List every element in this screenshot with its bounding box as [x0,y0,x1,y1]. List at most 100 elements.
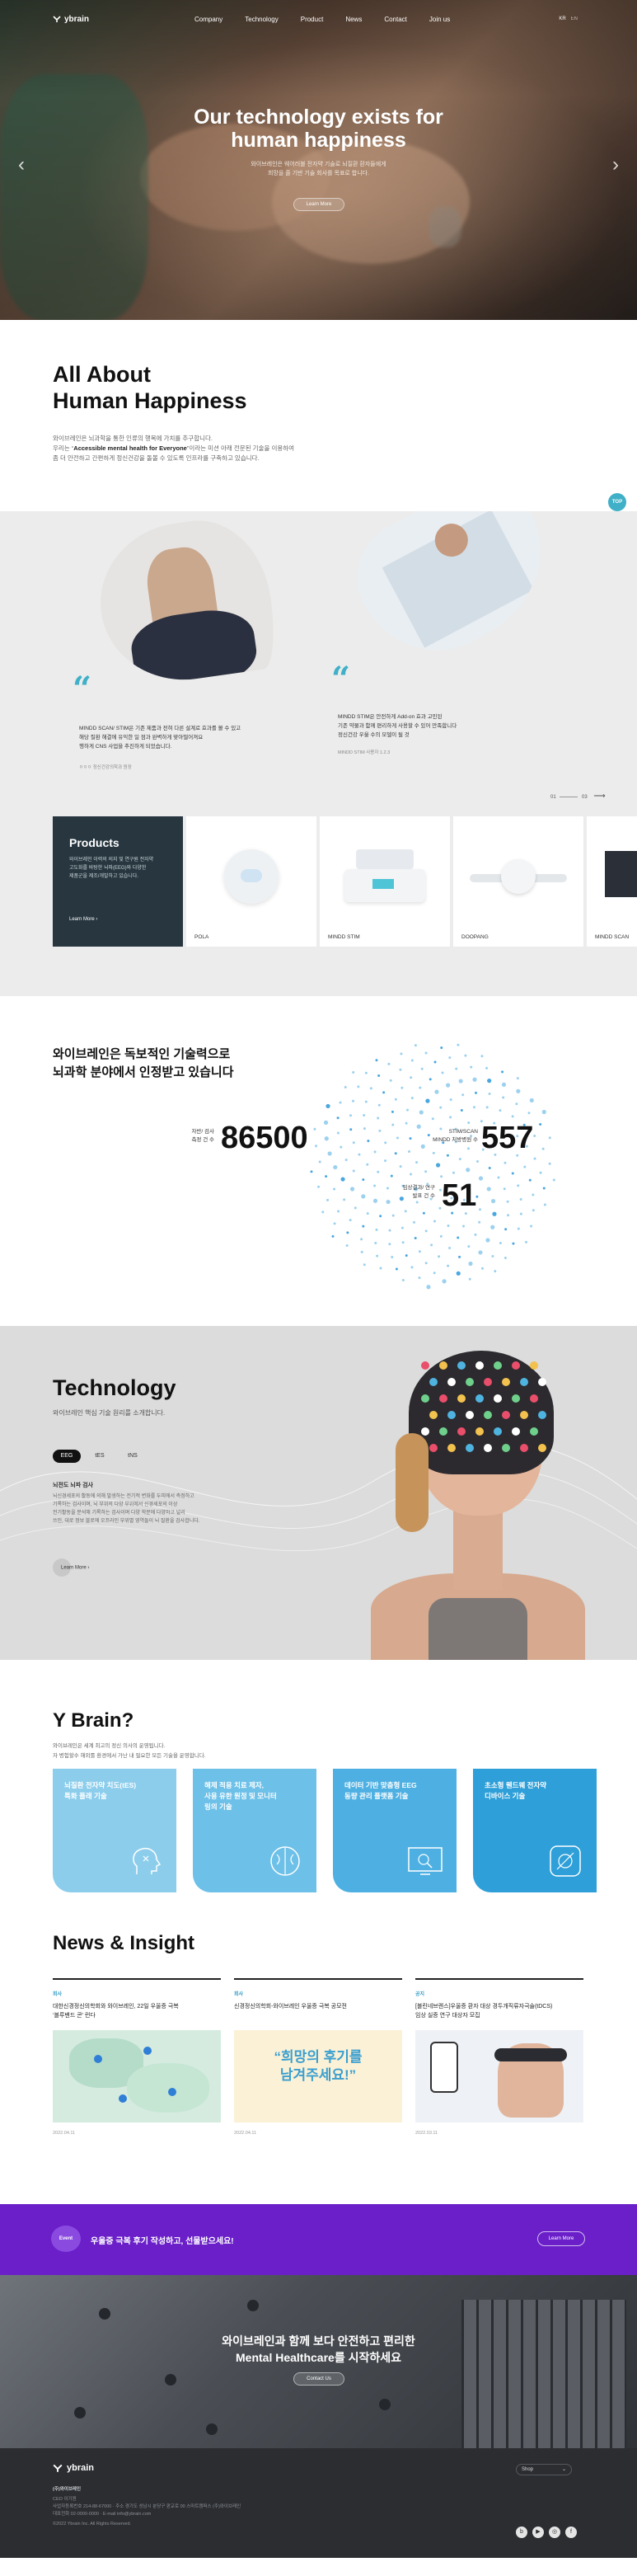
person-figure [247,2300,259,2311]
family-site-select[interactable]: Shop ⌄ [516,2464,572,2475]
globe-dot [458,1079,463,1084]
globe-dot [354,1206,357,1210]
poster-line: “희망의 후기를 [274,2049,363,2065]
contact-section: 와이브레인과 함께 보다 안전하고 편리한 Mental Healthcare를… [0,2275,637,2448]
menu-item-contact[interactable]: Contact [384,16,407,23]
globe-dot [326,1103,330,1109]
technology-subtitle: 와이브레인 핵심 기술 원리를 소개합니다. [53,1409,166,1417]
news-title: News & Insight [53,1932,195,1954]
product-card-mindd-scan[interactable]: MINDD SCAN [587,816,637,947]
next-arrow-icon[interactable]: ⟶ [593,792,605,801]
menu-item-product[interactable]: Product [301,16,324,23]
menu-item-news[interactable]: News [345,16,362,23]
globe-dot [448,1056,452,1060]
globe-dot [401,1278,405,1281]
stats-title: 와이브레인은 독보적인 기술력으로 뇌과학 분야에서 인정받고 있습니다 [53,1046,234,1082]
testimonial-section: “ MINDD SCAN/ STIM은 기존 제품과 전혀 다른 설계로 효과를… [0,511,637,816]
globe-dot [424,1262,428,1265]
youtube-icon[interactable]: ▶ [532,2527,544,2538]
hero-learn-more-button[interactable]: Learn More [293,198,344,211]
globe-dot [384,1141,387,1145]
main-menu: Company Technology Product News Contact … [194,16,450,23]
globe-dot [434,1089,439,1094]
technology-learn-more-link[interactable]: Learn More › [53,1558,89,1577]
globe-dot [362,1225,365,1228]
about-section: All About Human Happiness 와이브레인은 뇌과학을 통한… [0,320,637,511]
value-card-line: 사용 유한 원정 및 모니터 [204,1792,277,1800]
stat-value-hospitals: 557 [481,1121,534,1155]
globe-dot [490,1198,496,1204]
products-learn-more-link[interactable]: Learn More › [69,917,97,922]
globe-dot [414,1044,417,1047]
globe-dot [490,1225,495,1229]
brand-logo[interactable]: ybrain [53,15,89,24]
globe-dot [548,1136,551,1140]
electrode [530,1394,538,1403]
tab-eeg[interactable]: EEG [53,1450,81,1463]
news-card[interactable]: 회사 대한신경정신의학회와 와이브레인, 22일 우울증 극복 ‘블루밴드 콘’… [53,1978,221,2136]
globe-dot [458,1158,461,1161]
tab-tns[interactable]: tNS [119,1450,147,1463]
globe-dot [333,1222,336,1225]
value-card-eeg-platform[interactable]: 데이터 기반 맞춤형 EEG 동량 관리 플랫폼 기술 [333,1769,457,1892]
globe-dot [360,1250,363,1253]
lang-en[interactable]: EN [571,16,578,21]
blog-icon[interactable]: b [516,2527,527,2538]
stat-label-measurements: 자반/ 검사 측정 건 수 [165,1128,214,1145]
globe-dot [449,1116,452,1119]
electrode [484,1378,492,1386]
value-card-monitoring[interactable]: 해제 적용 치료 제자, 사용 유한 원정 및 모니터 링의 기술 [193,1769,316,1892]
globe-dot [478,1208,481,1211]
globe-dot [542,1187,546,1190]
globe-dot [405,1254,408,1257]
facebook-icon[interactable]: f [565,2527,577,2538]
instagram-icon[interactable]: ◎ [549,2527,560,2538]
globe-dot [419,1086,422,1089]
globe-dot [360,1238,363,1241]
electrode [466,1378,474,1386]
globe-dot [400,1226,404,1229]
tab-tes[interactable]: tES [86,1450,114,1463]
globe-dot [377,1074,381,1077]
value-card-tes[interactable]: 뇌질환 전자약 치도(tES) 특화 플래 기술 [53,1769,176,1892]
product-card-mindd-stim[interactable]: MINDD STIM [320,816,450,947]
event-badge: Event [51,2226,81,2252]
globe-dot [412,1220,415,1224]
globe-dot [363,1263,366,1267]
news-card[interactable]: 공지 [블린네브렌스]우울증 환자 대상 경두개직류자극술(tDCS) 임상 실… [415,1978,583,2136]
map-region [127,2063,209,2113]
globe-dot [339,1101,342,1104]
globe-dot [345,1243,349,1247]
footer-info-line: 대표전화 02-0000-0000 · E-mail info@ybrain.c… [53,2512,152,2517]
footer-logo[interactable]: ybrain [53,2463,94,2473]
globe-dot [408,1150,411,1154]
pola-device-image [241,869,262,882]
testimonial-line: 해당 질환 해결에 유익한 일 점과 완벽하게 맞아떨어져요 [79,735,204,740]
lang-kr[interactable]: KR [559,16,565,21]
product-card-doopang[interactable]: DOOPANG [453,816,583,947]
globe-dot [372,1198,378,1203]
news-card[interactable]: 회사 신경정신의학회-와이브레인 우울증 극복 공모전 “희망의 후기를 남겨주… [234,1978,402,2136]
menu-item-technology[interactable]: Technology [245,16,278,23]
menu-item-company[interactable]: Company [194,16,222,23]
hero-section: ybrain Company Technology Product News C… [0,0,637,320]
about-paragraph: 와이브레인은 뇌과학을 통한 인류의 행복에 가치를 추구합니다. [53,435,213,442]
globe-dot [390,1174,393,1178]
value-card-wearable[interactable]: 초소형 웬드웨 전자약 디바이스 기술 [473,1769,597,1892]
value-card-line: 해제 적용 치료 제자, [204,1781,265,1789]
product-card-pola[interactable]: POLA [186,816,316,947]
electrode [439,1394,447,1403]
electrode [520,1444,528,1452]
contact-us-button[interactable]: Contact Us [293,2372,344,2386]
globe-dot [415,1201,419,1204]
menu-item-join-us[interactable]: Join us [429,16,450,23]
scroll-top-button[interactable]: TOP [608,493,626,511]
globe-dot [511,1172,514,1175]
contact-title: 와이브레인과 함께 보다 안전하고 편리한 Mental Healthcare를… [0,2333,637,2366]
value-card-line: 초소형 웬드웨 전자약 [485,1781,547,1789]
globe-dot [447,1264,450,1267]
footer-company: (주)와이브레인 [53,2487,82,2492]
event-learn-more-button[interactable]: Learn More [537,2231,585,2246]
globe-dot [333,1164,338,1170]
electrode [439,1427,447,1436]
